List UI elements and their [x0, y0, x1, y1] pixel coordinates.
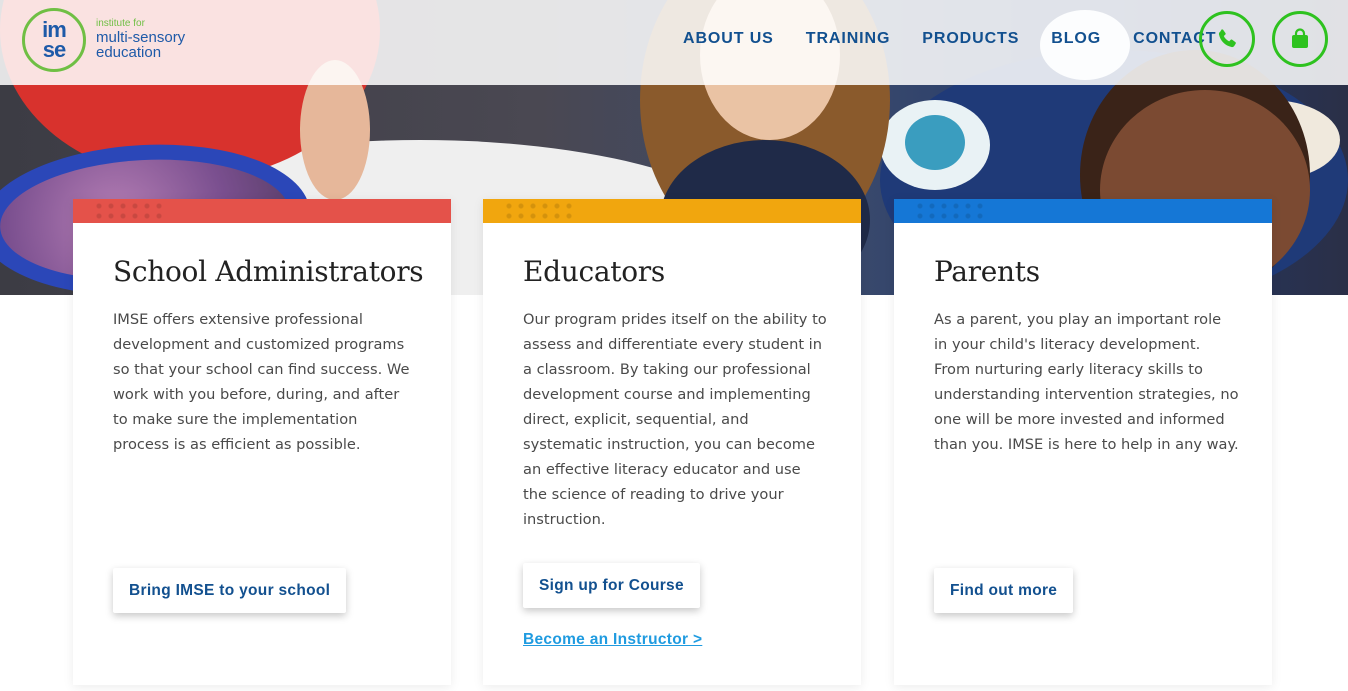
card-educators: Educators Our program prides itself on t… — [483, 199, 861, 685]
card-body: Our program prides itself on the ability… — [523, 311, 827, 528]
card-title: School Administrators — [113, 255, 424, 288]
shopping-bag-icon — [1292, 28, 1308, 48]
logo-line-2: multi-sensory — [96, 28, 186, 46]
logo-mark-bottom: se — [42, 37, 67, 62]
card-title: Educators — [523, 255, 665, 288]
card-school-administrators: School Administrators IMSE offers extens… — [73, 199, 451, 685]
logo-text: institute for multi-sensory education — [96, 18, 186, 62]
shop-bag-button[interactable] — [1272, 11, 1328, 67]
phone-button[interactable] — [1199, 11, 1255, 67]
nav-products[interactable]: PRODUCTS — [922, 30, 1019, 48]
nav-blog[interactable]: BLOG — [1051, 30, 1101, 48]
card-parents: Parents As a parent, you play an importa… — [894, 199, 1272, 685]
main-nav: ABOUT US TRAINING PRODUCTS BLOG CONTACT — [683, 30, 1248, 48]
card-body: As a parent, you play an important role … — [934, 311, 1239, 453]
card-title: Parents — [934, 255, 1040, 288]
site-header: im se institute for multi-sensory educat… — [0, 0, 1348, 85]
sign-up-course-button[interactable]: Sign up for Course — [523, 563, 700, 608]
card-body: IMSE offers extensive professional devel… — [113, 311, 410, 453]
logo-mark: im se — [22, 8, 86, 72]
logo-line-1: institute for — [96, 18, 145, 29]
find-out-more-button[interactable]: Find out more — [934, 568, 1074, 613]
card-color-band — [73, 199, 451, 223]
logo-line-3: education — [96, 44, 162, 62]
nav-about-us[interactable]: ABOUT US — [683, 30, 774, 48]
nav-training[interactable]: TRAINING — [806, 30, 891, 48]
site-logo[interactable]: im se institute for multi-sensory educat… — [22, 8, 197, 72]
card-color-band — [894, 199, 1272, 223]
become-instructor-link[interactable]: Become an Instructor > — [523, 631, 702, 649]
phone-icon — [1218, 29, 1236, 48]
bring-imse-button[interactable]: Bring IMSE to your school — [113, 568, 347, 613]
hero-cloud-center — [905, 115, 965, 170]
card-color-band — [483, 199, 861, 223]
